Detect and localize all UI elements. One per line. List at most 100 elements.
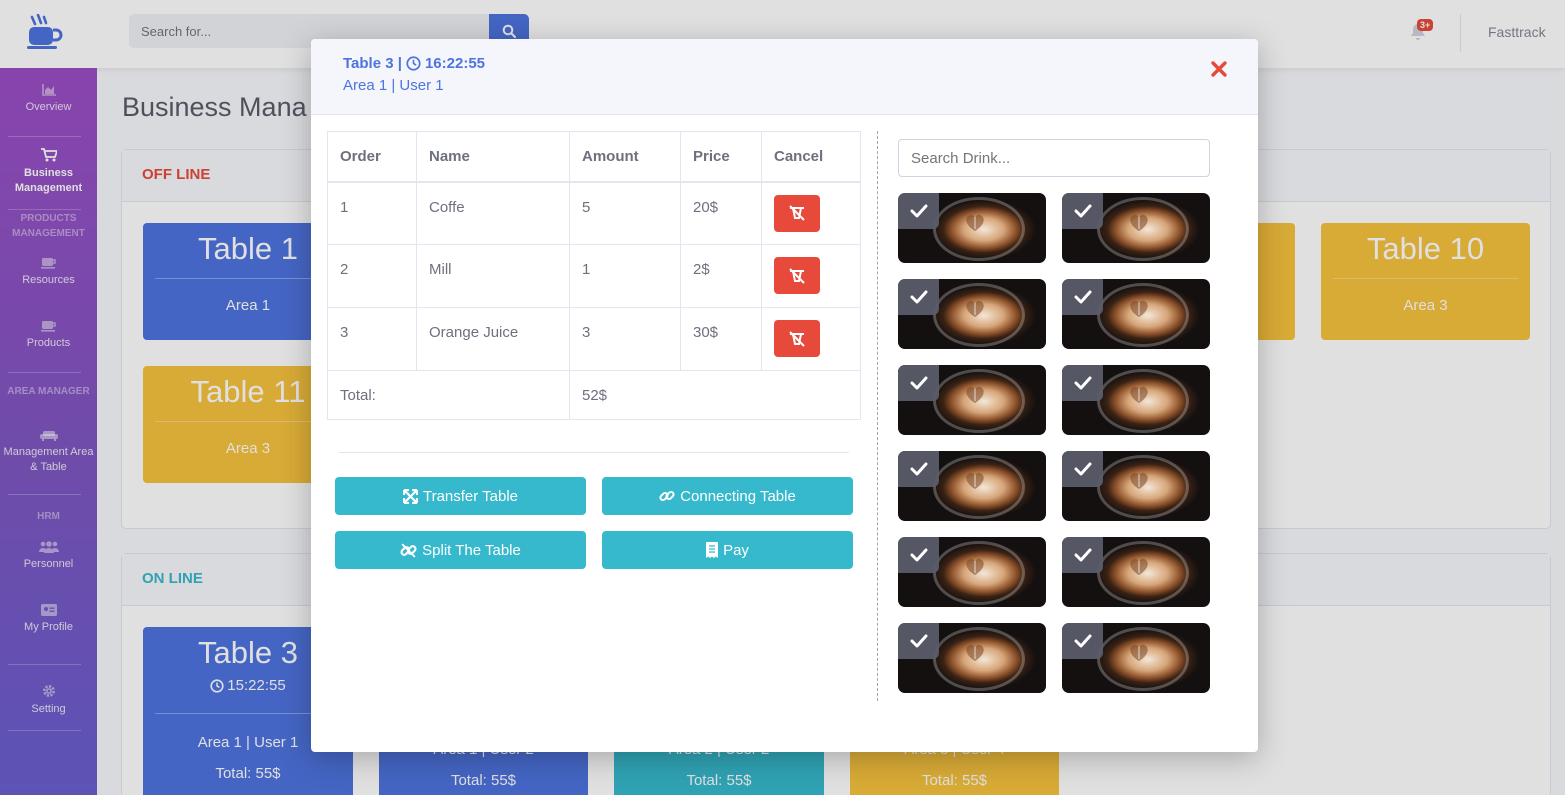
name-cell: Mill [416,244,570,308]
latte-art-icon [1130,386,1148,403]
modal-title-time: 16:22:55 [424,55,485,72]
drink-item[interactable] [898,193,1046,263]
table-row: 1 Coffe 5 20$ [327,181,861,245]
select-checkbox[interactable] [1062,365,1103,401]
column-header: Order [327,131,417,183]
check-icon [1074,376,1091,390]
order-cell: 2 [327,244,417,308]
unlink-icon [400,542,417,558]
drink-item[interactable] [1062,537,1210,607]
latte-art-icon [966,644,984,661]
latte-art-icon [966,386,984,403]
receipt-icon [706,542,719,558]
button-label: Split The Table [422,541,521,559]
transfer-table-button[interactable]: Transfer Table [335,477,586,515]
check-icon [1074,290,1091,304]
expand-arrows-icon [402,488,418,504]
cancel-icon [789,330,805,347]
clock-icon [406,56,421,71]
total-row: Total: 52$ [327,370,861,420]
column-header: Amount [569,131,681,183]
modal-title: Table 3 | 16:22:55 [343,55,485,72]
drink-item[interactable] [1062,193,1210,263]
drink-item[interactable] [1062,451,1210,521]
latte-art-icon [966,558,984,575]
modal-header: Table 3 | 16:22:55 Area 1 | User 1 [311,39,1258,115]
cancel-item-button[interactable] [774,257,820,294]
total-label: Total: [327,370,570,420]
name-cell: Orange Juice [416,307,570,371]
latte-art-icon [1130,644,1148,661]
select-checkbox[interactable] [898,365,939,401]
cancel-icon [789,267,805,284]
button-label: Pay [723,541,749,559]
check-icon [1074,204,1091,218]
close-icon[interactable] [1209,59,1229,79]
drink-item[interactable] [1062,365,1210,435]
order-cell: 3 [327,307,417,371]
select-checkbox[interactable] [898,193,939,229]
order-table: Order Name Amount Price Cancel 1 Coffe 5… [327,131,861,420]
check-icon [1074,634,1091,648]
price-cell: 2$ [680,244,762,308]
cancel-cell [761,244,861,308]
check-icon [910,634,927,648]
check-icon [910,376,927,390]
modal-divider [339,452,849,453]
name-cell: Coffe [416,181,570,245]
cancel-cell [761,181,861,245]
table-order-modal: Table 3 | 16:22:55 Area 1 | User 1 Order… [311,39,1258,752]
cancel-item-button[interactable] [774,194,820,232]
drink-item[interactable] [898,451,1046,521]
modal-vertical-divider [877,131,878,701]
check-icon [910,204,927,218]
drink-item[interactable] [1062,279,1210,349]
cancel-item-button[interactable] [774,320,820,357]
pay-button[interactable]: Pay [602,531,853,569]
total-value: 52$ [569,370,861,420]
amount-cell: 5 [569,181,681,245]
drink-item[interactable] [898,279,1046,349]
select-checkbox[interactable] [898,623,939,659]
latte-art-icon [1130,214,1148,231]
price-cell: 20$ [680,181,762,245]
latte-art-icon [966,214,984,231]
check-icon [1074,548,1091,562]
amount-cell: 3 [569,307,681,371]
select-checkbox[interactable] [1062,623,1103,659]
select-checkbox[interactable] [1062,193,1103,229]
modal-subtitle: Area 1 | User 1 [343,77,444,94]
drink-item[interactable] [898,365,1046,435]
check-icon [1074,462,1091,476]
drink-search-input[interactable] [898,139,1210,177]
select-checkbox[interactable] [1062,537,1103,573]
drink-item[interactable] [898,537,1046,607]
column-header: Cancel [761,131,861,183]
table-row: 3 Orange Juice 3 30$ [327,307,861,371]
latte-art-icon [966,300,984,317]
amount-cell: 1 [569,244,681,308]
select-checkbox[interactable] [1062,451,1103,487]
select-checkbox[interactable] [898,279,939,315]
cancel-cell [761,307,861,371]
button-label: Transfer Table [422,487,519,505]
order-table-header: Order Name Amount Price Cancel [327,131,861,183]
latte-art-icon [1130,558,1148,575]
select-checkbox[interactable] [898,451,939,487]
drink-item[interactable] [1062,623,1210,693]
connecting-table-button[interactable]: Connecting Table [602,477,853,515]
check-icon [910,548,927,562]
split-table-button[interactable]: Split The Table [335,531,586,569]
check-icon [910,290,927,304]
button-label: Connecting Table [680,487,796,505]
select-checkbox[interactable] [898,537,939,573]
latte-art-icon [966,472,984,489]
latte-art-icon [1130,472,1148,489]
order-cell: 1 [327,181,417,245]
column-header: Name [416,131,570,183]
link-icon [659,490,675,502]
latte-art-icon [1130,300,1148,317]
select-checkbox[interactable] [1062,279,1103,315]
check-icon [910,462,927,476]
drink-item[interactable] [898,623,1046,693]
